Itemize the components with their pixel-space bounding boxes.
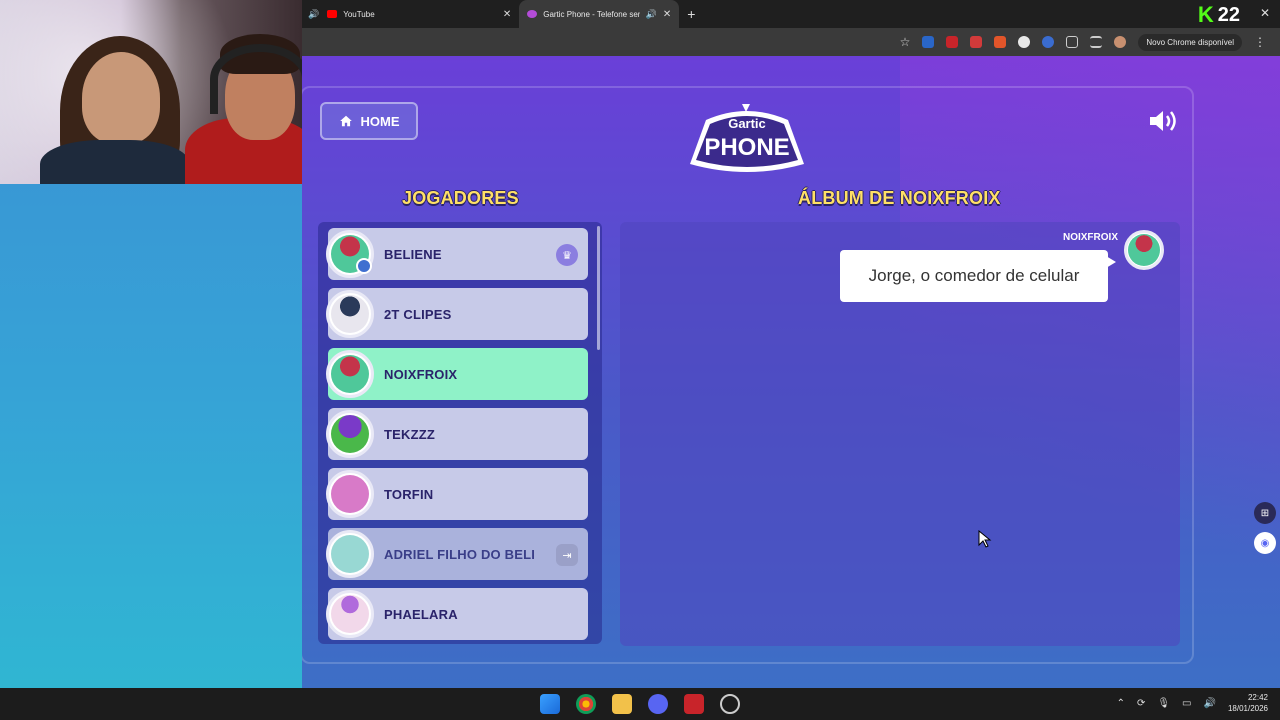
crown-icon: ♛ xyxy=(556,244,578,266)
menu-icon[interactable]: ⋮ xyxy=(1254,35,1266,49)
logo-top-text: Gartic xyxy=(728,116,766,131)
folder-icon[interactable] xyxy=(612,694,632,714)
player-item-noixfroix[interactable]: NOIXFROIX xyxy=(326,348,588,400)
logo-bottom-text: PHONE xyxy=(704,134,790,161)
profile-avatar[interactable] xyxy=(1114,36,1127,48)
player-name: BELIENE xyxy=(384,246,442,262)
owner-user-icon xyxy=(356,258,372,274)
tab-title: YouTube xyxy=(343,9,375,19)
avatar xyxy=(326,470,374,518)
kick-logo-icon: K xyxy=(1197,2,1214,27)
clock-date: 18/01/2026 xyxy=(1227,704,1268,713)
extension-icon[interactable] xyxy=(970,36,983,48)
player-item-tekzzz[interactable]: TEKZZZ xyxy=(326,408,588,460)
speaker-icon[interactable]: 🔊 xyxy=(308,9,319,20)
webcam-overlay xyxy=(0,0,302,184)
kick-counter: K 22 xyxy=(1198,2,1240,28)
display-icon[interactable]: ▭ xyxy=(1182,698,1191,709)
window-close-icon[interactable]: ✕ xyxy=(1260,6,1270,20)
home-icon xyxy=(339,115,352,127)
microphone-icon[interactable]: 🎙 xyxy=(1157,698,1170,709)
kick-count: 22 xyxy=(1217,3,1240,26)
discord-icon[interactable]: ◉ xyxy=(1254,532,1276,554)
player-item-phaelara[interactable]: PHAELARA xyxy=(326,588,588,640)
puzzle-icon[interactable] xyxy=(1066,36,1079,48)
mouse-cursor-icon xyxy=(978,530,992,548)
headphones xyxy=(210,44,302,114)
avatar xyxy=(326,530,374,578)
volume-icon xyxy=(1150,111,1176,131)
gartic-icon xyxy=(527,10,538,18)
chevron-up-icon[interactable]: ⌃ xyxy=(1117,698,1125,709)
sound-toggle[interactable] xyxy=(1148,108,1180,134)
extension-icon[interactable] xyxy=(1018,36,1031,48)
player-name: PHAELARA xyxy=(384,606,458,622)
extension-icon[interactable] xyxy=(994,36,1007,48)
album-heading: ÁLBUM DE NOIXFROIX xyxy=(798,188,1001,208)
player-name: TORFIN xyxy=(384,486,434,502)
avatar xyxy=(326,350,374,398)
extension-icon[interactable] xyxy=(1042,36,1055,48)
clock-time: 22:42 xyxy=(1247,693,1268,702)
avatar xyxy=(326,590,374,638)
bookmark-star-icon[interactable]: ☆ xyxy=(900,35,911,49)
speaker-icon[interactable]: 🔊 xyxy=(646,9,657,20)
tab-gartic-phone[interactable]: Gartic Phone - Telefone sem fio 🔊 ✕ xyxy=(519,0,680,28)
players-scrollbar[interactable] xyxy=(597,226,600,350)
close-icon[interactable]: ✕ xyxy=(663,9,671,20)
player-name: NOIXFROIX xyxy=(384,366,458,382)
players-list[interactable]: BELIENE ♛ 2T CLIPES NOIXFROIX TEKZZZ TOR… xyxy=(318,222,602,644)
system-tray: ⌃ ⟳ 🎙 ▭ 🔊 22:42 18/01/2026 xyxy=(1117,692,1268,714)
speaker-icon[interactable]: 🔊 xyxy=(1204,698,1216,709)
new-tab-button[interactable]: + xyxy=(687,6,695,22)
tab-youtube[interactable]: YouTube ✕ xyxy=(319,0,519,28)
chrome-icon[interactable] xyxy=(576,694,596,714)
player-name: TEKZZZ xyxy=(384,426,436,442)
windows-taskbar: ⌃ ⟳ 🎙 ▭ 🔊 22:42 18/01/2026 xyxy=(0,688,1280,720)
windows-start-icon[interactable] xyxy=(540,694,560,714)
app-icon[interactable] xyxy=(684,694,704,714)
home-label: HOME xyxy=(360,113,400,129)
extension-icon[interactable] xyxy=(946,36,959,48)
player-item-torfin[interactable]: TORFIN xyxy=(326,468,588,520)
album-entry-text: Jorge, o comedor de celular xyxy=(840,250,1116,302)
players-heading: JOGADORES xyxy=(402,188,519,208)
close-icon[interactable]: ✕ xyxy=(503,9,511,20)
exit-icon: ⇥ xyxy=(556,544,578,566)
player-name: ADRIEL FILHO DO BELI xyxy=(384,546,536,562)
player-item-adriel[interactable]: ADRIEL FILHO DO BELI ⇥ xyxy=(326,528,588,580)
youtube-icon xyxy=(327,10,338,18)
album-panel: NOIXFROIX Jorge, o comedor de celular xyxy=(620,222,1180,646)
streamer-left-face xyxy=(82,52,160,144)
sync-icon[interactable]: ⟳ xyxy=(1137,698,1145,709)
tab-title: Gartic Phone - Telefone sem fio xyxy=(543,9,639,19)
clock[interactable]: 22:42 18/01/2026 xyxy=(1228,692,1268,714)
gartic-phone-logo: Gartic PHONE xyxy=(686,102,808,176)
player-item-beliene[interactable]: BELIENE ♛ xyxy=(326,228,588,280)
player-name: 2T CLIPES xyxy=(384,306,452,322)
album-entry-author: NOIXFROIX xyxy=(1062,232,1118,243)
browser-toolbar: ☆ Novo Chrome disponível ⋮ xyxy=(302,28,1280,56)
extension-icon[interactable] xyxy=(922,36,935,48)
streamer-left-body xyxy=(40,140,190,184)
avatar xyxy=(326,410,374,458)
browser-tabbar: 🔊 YouTube ✕ Gartic Phone - Telefone sem … xyxy=(302,0,1280,28)
app-icon[interactable] xyxy=(720,694,740,714)
home-button[interactable]: HOME xyxy=(320,102,418,140)
grid-icon[interactable]: ⊞ xyxy=(1254,502,1276,524)
discord-icon[interactable] xyxy=(648,694,668,714)
avatar xyxy=(326,290,374,338)
update-chrome-button[interactable]: Novo Chrome disponível xyxy=(1138,33,1242,51)
avatar xyxy=(1124,230,1164,270)
player-item-2t-clipes[interactable]: 2T CLIPES xyxy=(326,288,588,340)
gartic-phone-page: HOME Gartic PHONE JOGADORES ÁLBUM DE NOI… xyxy=(302,56,1280,688)
reading-list-icon[interactable] xyxy=(1090,36,1103,48)
